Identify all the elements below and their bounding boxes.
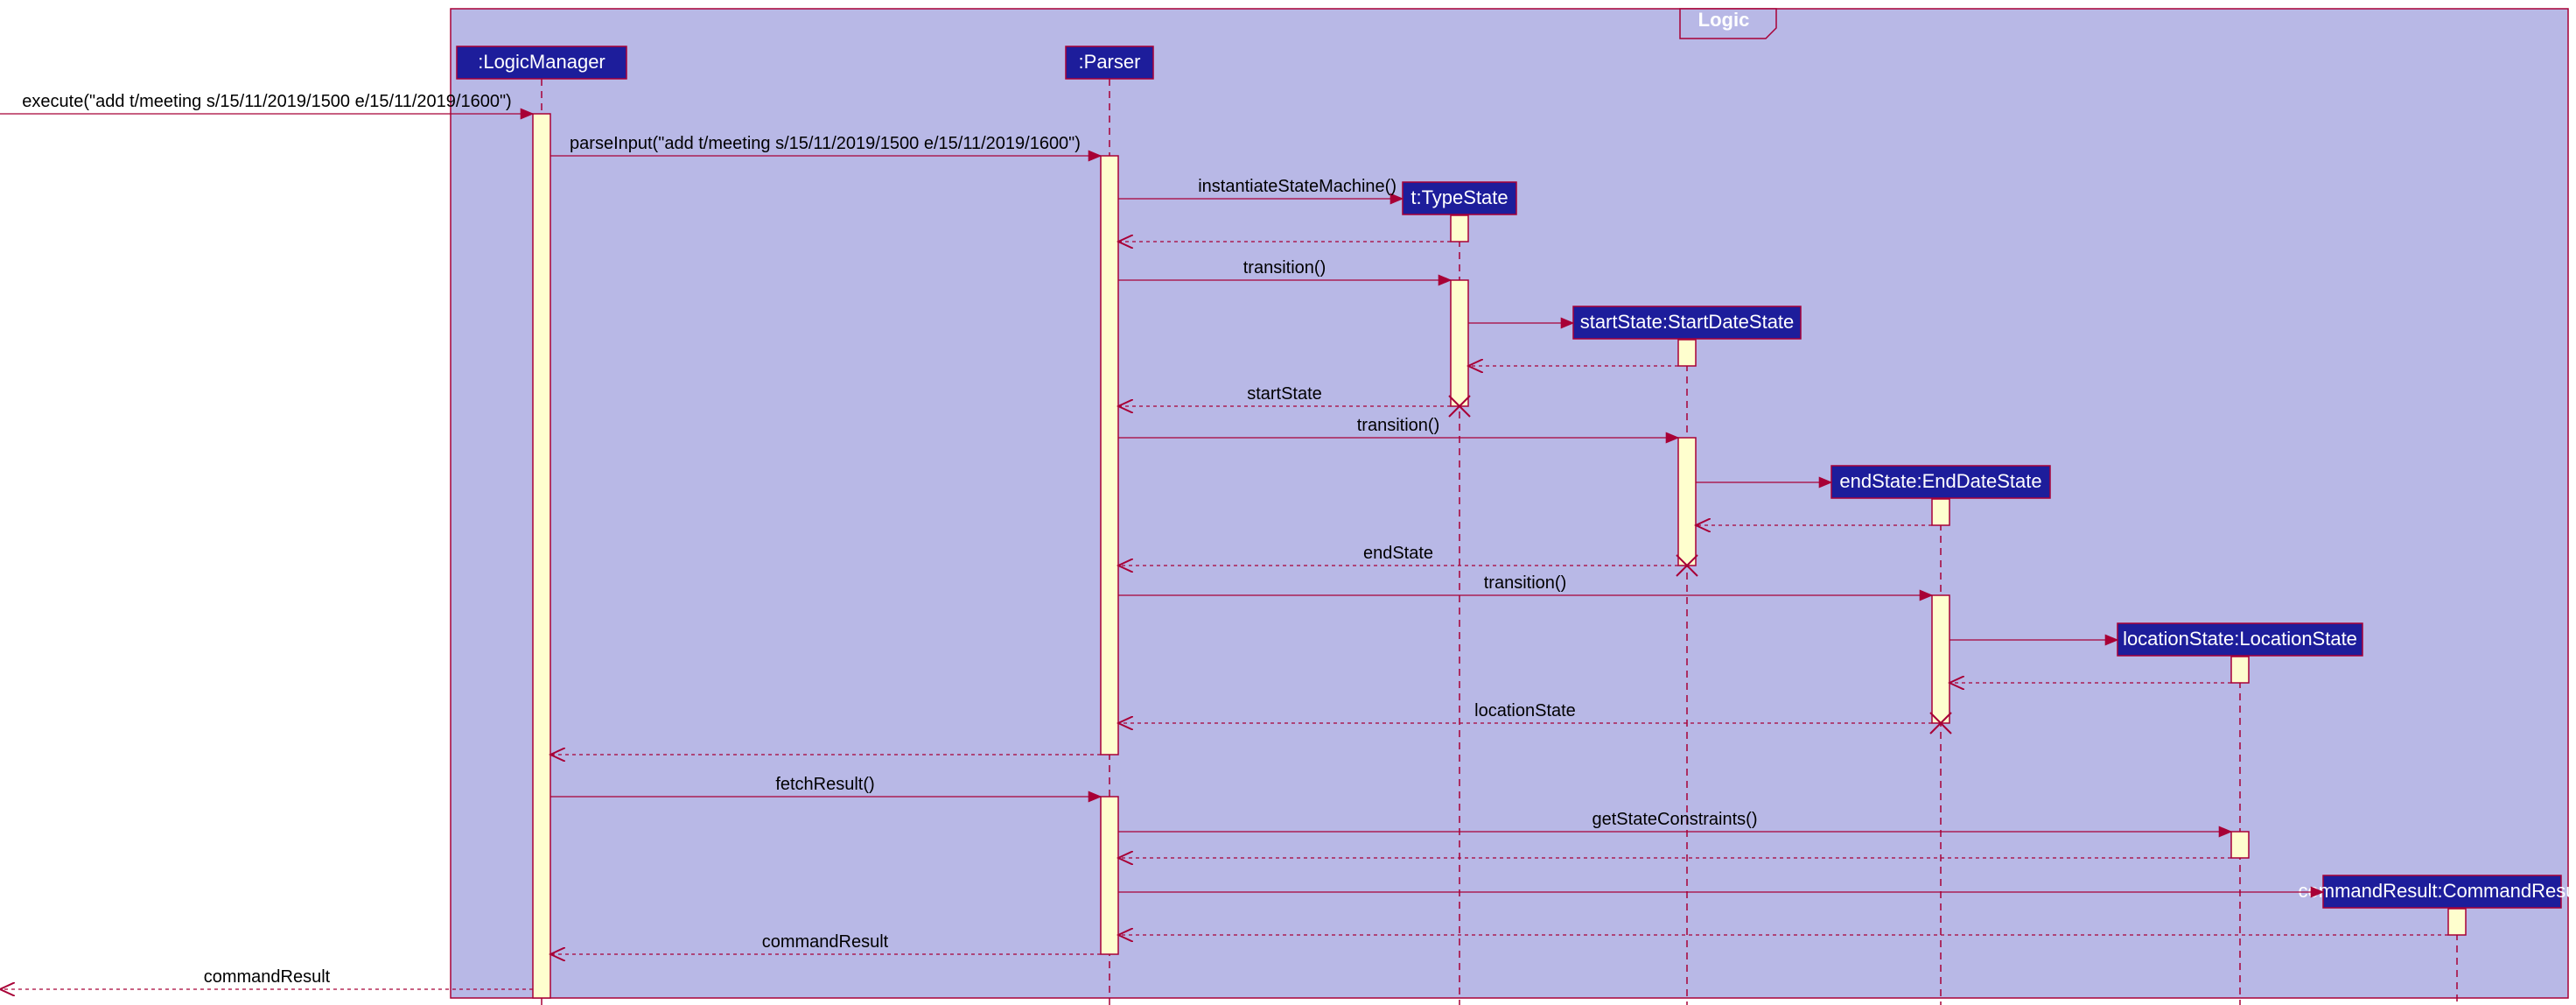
activation-commandresult bbox=[2448, 909, 2466, 935]
msg-parseinput-label: parseInput("add t/meeting s/15/11/2019/1… bbox=[570, 134, 1081, 153]
participant-typestate-label: t:TypeState bbox=[1410, 186, 1508, 208]
msg-execute-label: execute("add t/meeting s/15/11/2019/1500… bbox=[22, 92, 511, 111]
participant-startdatestate-label: startState:StartDateState bbox=[1580, 311, 1795, 333]
activation-enddatestate-1 bbox=[1932, 499, 1950, 525]
frame-label: Logic bbox=[1698, 9, 1750, 31]
logic-frame bbox=[451, 9, 2568, 998]
activation-parser-2 bbox=[1101, 797, 1118, 954]
sequence-diagram: Logic :LogicManager :Parser t:TypeState … bbox=[0, 0, 2576, 1005]
activation-enddatestate-2 bbox=[1932, 595, 1950, 723]
msg-instantiate-label: instantiateStateMachine() bbox=[1198, 177, 1396, 196]
activation-typestate-1 bbox=[1451, 215, 1468, 242]
activation-parser-1 bbox=[1101, 156, 1118, 755]
ret-commandresult-label: commandResult bbox=[762, 932, 889, 952]
ret-endstate-label: endState bbox=[1363, 544, 1433, 563]
participant-commandresult-label: commandResult:CommandResult bbox=[2299, 880, 2576, 902]
participant-parser-label: :Parser bbox=[1079, 51, 1141, 73]
participant-enddatestate-label: endState:EndDateState bbox=[1839, 470, 2041, 492]
activation-typestate-2 bbox=[1451, 280, 1468, 406]
activation-locationstate-2 bbox=[2231, 832, 2249, 858]
activation-startdatestate-1 bbox=[1678, 340, 1696, 366]
msg-transition2-label: transition() bbox=[1357, 416, 1439, 435]
participant-locationstate-label: locationState:LocationState bbox=[2123, 628, 2357, 650]
ret-startstate-label: startState bbox=[1247, 384, 1322, 404]
ret-locationstate-label: locationState bbox=[1474, 701, 1576, 720]
ret-final-label: commandResult bbox=[204, 967, 331, 987]
msg-fetchresult-label: fetchResult() bbox=[775, 775, 874, 794]
msg-transition1-label: transition() bbox=[1243, 258, 1326, 278]
participant-logicmanager-label: :LogicManager bbox=[478, 51, 606, 73]
activation-startdatestate-2 bbox=[1678, 438, 1696, 566]
msg-transition3-label: transition() bbox=[1484, 573, 1566, 593]
msg-getstateconstraints-label: getStateConstraints() bbox=[1592, 810, 1758, 829]
activation-logicmanager bbox=[533, 114, 550, 998]
activation-locationstate-1 bbox=[2231, 657, 2249, 683]
